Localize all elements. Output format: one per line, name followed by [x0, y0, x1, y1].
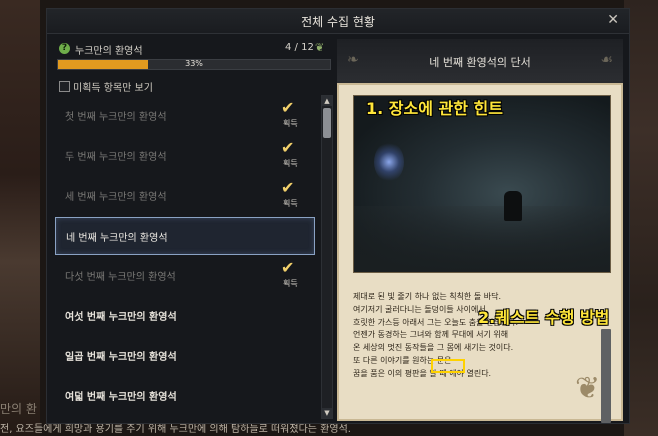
- collection-list: 첫 번째 누크만의 환영석 ✔ 획득 두 번째 누크만의 환영석 ✔ 획득 세 번째 누크만…: [55, 95, 317, 419]
- list-item-label: 여덟 번째 누크만의 환영석: [65, 392, 177, 403]
- background-left-text: 만의 환: [0, 402, 37, 416]
- close-icon[interactable]: ✕: [607, 12, 619, 28]
- unobtained-only-label[interactable]: 미획득 항목만 보기: [73, 79, 153, 94]
- check-icon: ✔: [281, 138, 295, 157]
- collection-name: 누크만의 환영석: [75, 46, 143, 57]
- detail-title: 네 번째 환영석의 단서: [429, 56, 531, 69]
- check-icon: ✔: [281, 258, 295, 277]
- list-item[interactable]: 네 번째 누크만의 환영석: [55, 217, 315, 255]
- image-figure: [504, 191, 522, 221]
- ornament-right-icon: ☙: [600, 52, 613, 68]
- list-item[interactable]: 세 번째 누크만의 환영석 ✔ 획득: [55, 177, 313, 213]
- list-item[interactable]: 여덟 번째 누크만의 환영석: [55, 377, 313, 413]
- obtained-label: 획득: [283, 199, 298, 208]
- list-item-label: 두 번째 누크만의 환영석: [65, 152, 167, 163]
- corner-ornament-icon: ❦: [575, 371, 601, 406]
- hint-image: [353, 95, 611, 273]
- list-item-label: 다섯 번째 누크만의 환영석: [65, 272, 176, 283]
- description-line: 또 다른 이야기를 원하는 문은: [353, 355, 452, 365]
- list-item-label: 여섯 번째 누크만의 환영석: [65, 312, 177, 323]
- image-rocks: [354, 206, 610, 272]
- description-scrollbar[interactable]: [601, 329, 611, 423]
- scroll-down-icon[interactable]: ▼: [322, 408, 332, 418]
- progress-bar: 33%: [57, 59, 331, 70]
- unobtained-only-checkbox[interactable]: [59, 81, 70, 92]
- collection-count: 4 / 12: [285, 42, 314, 53]
- list-item[interactable]: 다섯 번째 누크만의 환영석 ✔ 획득: [55, 257, 313, 293]
- scroll-thumb[interactable]: [323, 108, 331, 138]
- progress-text: 33%: [185, 59, 203, 68]
- collection-window: 전체 수집 현황 ✕ ? 누크만의 환영석 4 / 12 ❦ 33% 미획득 항…: [46, 8, 630, 424]
- obtained-label: 획득: [283, 279, 298, 288]
- list-item[interactable]: 두 번째 누크만의 환영석 ✔ 획득: [55, 137, 313, 173]
- description-line: 제대로 된 빛 줄기 하나 없는 칙칙한 돌 바닥.: [353, 292, 502, 301]
- detail-header: ❧ 네 번째 환영석의 단서 ☙: [337, 39, 623, 81]
- list-item-label: 네 번째 누크만의 환영석: [66, 233, 168, 244]
- background-left-art: [0, 0, 40, 436]
- description-line: 온 세상의 멋진 동작들을 그 몸에 새기는 것이다.: [353, 343, 514, 353]
- laurel-icon: ❦: [315, 41, 325, 54]
- window-title: 전체 수집 현황: [301, 15, 375, 29]
- list-item-label: 세 번째 누크만의 환영석: [65, 192, 167, 203]
- description-line: 언젠가 동경하는 그녀와 함께 무대에 서기 위해: [353, 330, 509, 340]
- annotation-hint-location: 1. 장소에 관한 힌트: [366, 99, 503, 118]
- list-scrollbar[interactable]: ▲ ▼: [321, 95, 333, 419]
- titlebar: 전체 수집 현황 ✕: [47, 9, 629, 34]
- highlight-box: [431, 359, 465, 373]
- list-item[interactable]: 여섯 번째 누크만의 환영석: [55, 297, 313, 333]
- description-line: 꿈을 품은 이의 평판을 알 때 에야 열린다.: [353, 368, 492, 378]
- scroll-up-icon[interactable]: ▲: [322, 96, 332, 106]
- obtained-label: 획득: [283, 119, 298, 128]
- check-icon: ✔: [281, 98, 295, 117]
- annotation-quest-method: 2.퀘스트 수행 방법: [478, 308, 610, 327]
- parchment-card: 제대로 된 빛 줄기 하나 없는 칙칙한 돌 바닥. 여기저기 굴러다니는 돌덩이…: [337, 83, 623, 423]
- check-icon: ✔: [281, 178, 295, 197]
- list-item-label: 일곱 번째 누크만의 환영석: [65, 352, 177, 363]
- obtained-label: 획득: [283, 159, 298, 168]
- image-lamp-glow: [374, 142, 404, 182]
- list-item[interactable]: 첫 번째 누크만의 환영석 ✔ 획득: [55, 97, 313, 133]
- question-icon[interactable]: ?: [59, 43, 70, 54]
- collection-list-panel: ? 누크만의 환영석 4 / 12 ❦ 33% 미획득 항목만 보기 첫 번째 …: [55, 39, 333, 419]
- list-item[interactable]: 일곱 번째 누크만의 환영석: [55, 337, 313, 373]
- list-item-label: 첫 번째 누크만의 환영석: [65, 112, 167, 123]
